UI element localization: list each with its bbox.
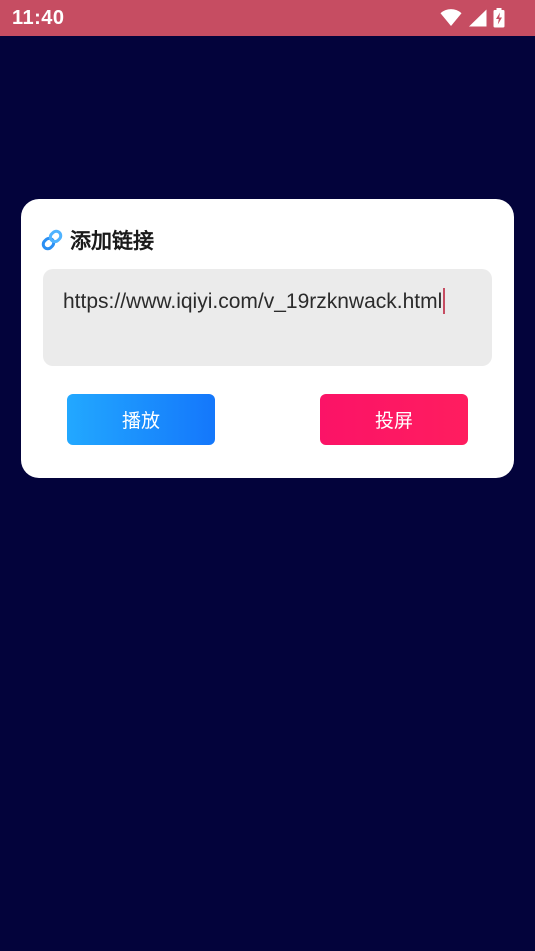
- url-input-value: https://www.iqiyi.com/v_19rzknwack.html: [63, 290, 443, 313]
- wifi-icon: [440, 9, 462, 27]
- dialog-title: 添加链接: [70, 229, 154, 253]
- cast-button[interactable]: 投屏: [320, 394, 468, 445]
- status-bar: 11:40: [0, 0, 535, 36]
- status-icons: [440, 8, 505, 28]
- dialog-header: 添加链接: [40, 225, 154, 255]
- battery-charging-icon: [493, 8, 505, 28]
- text-caret: [443, 288, 446, 314]
- status-time: 11:40: [12, 6, 65, 29]
- signal-icon: [468, 9, 487, 27]
- add-link-dialog: 添加链接 https://www.iqiyi.com/v_19rzknwack.…: [21, 199, 514, 478]
- url-input[interactable]: https://www.iqiyi.com/v_19rzknwack.html: [43, 269, 492, 366]
- link-icon: [40, 228, 64, 252]
- play-button[interactable]: 播放: [67, 394, 215, 445]
